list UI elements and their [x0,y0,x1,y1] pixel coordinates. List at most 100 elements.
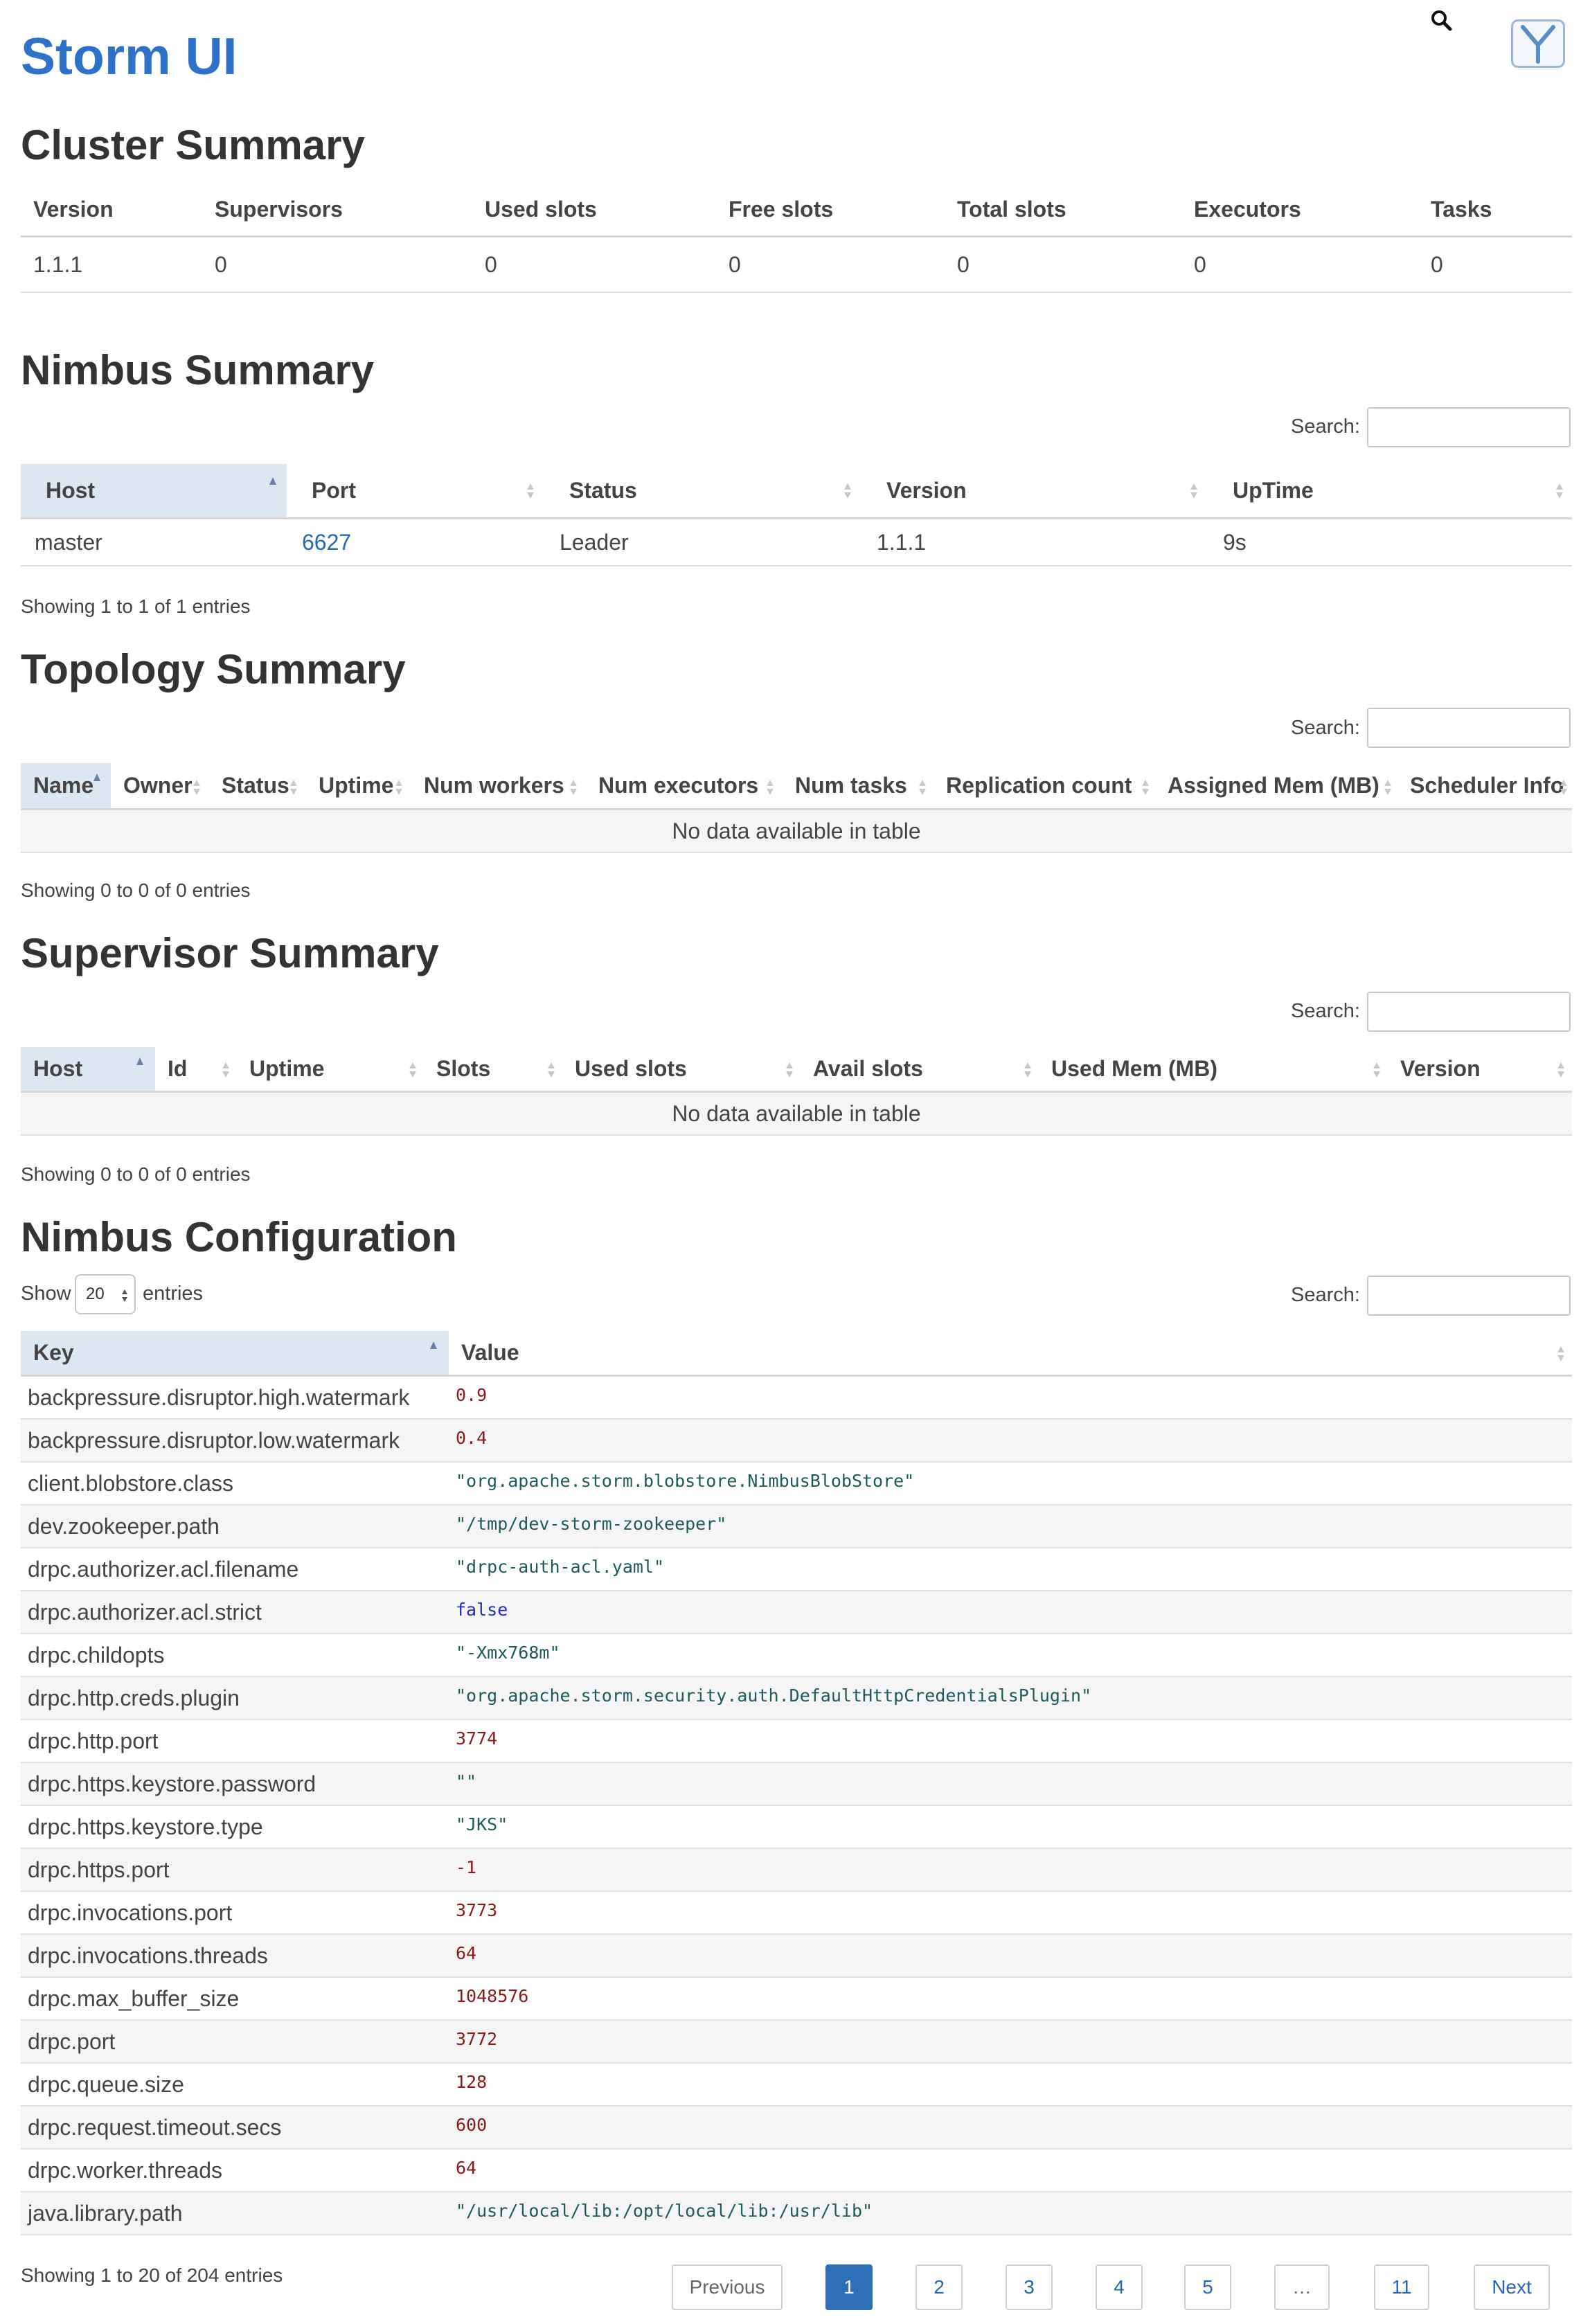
column-header-total-slots: Total slots [957,197,1066,222]
table-row: backpressure.disruptor.high.watermark 0.9 [21,1377,1572,1420]
app-title[interactable]: Storm UI [21,26,238,86]
column-header-port[interactable]: Port [287,464,544,517]
supervisor-search-label: Search: [1291,1000,1360,1022]
column-header-key[interactable]: Key [21,1331,449,1375]
column-header-used-mem[interactable]: Used Mem (MB) [1039,1047,1388,1091]
supervisor-summary-table: Host Id Uptime Slots Used slots Avail sl… [21,1047,1572,1136]
page-size-select[interactable]: 20 [75,1274,136,1314]
page-4-button[interactable]: 4 [1096,2264,1143,2310]
config-value: "JKS" [456,1814,508,1834]
column-header-name[interactable]: Name [21,763,111,808]
column-header-version: Version [33,197,114,222]
column-header-version[interactable]: Version [861,464,1208,517]
config-key: dev.zookeeper.path [28,1513,220,1539]
table-row: drpc.https.keystore.type "JKS" [21,1806,1572,1849]
topology-summary-title: Topology Summary [21,646,406,692]
sort-icon [1141,778,1150,796]
table-row: drpc.http.creds.plugin "org.apache.storm.… [21,1677,1572,1720]
sort-icon [1560,778,1568,796]
column-header-executors: Executors [1194,197,1301,222]
sort-icon [785,1061,794,1079]
column-header-label: Version [886,478,967,503]
config-value: "org.apache.storm.security.auth.DefaultH… [456,1686,1092,1706]
search-icon[interactable] [1429,8,1454,33]
column-header-host[interactable]: Host [21,1047,155,1091]
column-header-avail-slots[interactable]: Avail slots [801,1047,1039,1091]
column-header-id[interactable]: Id [155,1047,237,1091]
page-5-button[interactable]: 5 [1184,2264,1231,2310]
nimbus-configuration-title: Nimbus Configuration [21,1214,457,1260]
column-header-label: Name [33,773,94,798]
entries-label: entries [143,1282,204,1305]
column-header-label: Uptime [319,773,394,798]
cell-version: 1.1.1 [877,529,927,555]
config-value: 600 [456,2115,488,2135]
table-row: drpc.https.port -1 [21,1849,1572,1892]
table-row: drpc.max_buffer_size 1048576 [21,1978,1572,2021]
sort-asc-icon [269,476,277,494]
supervisor-summary-title: Supervisor Summary [21,930,439,976]
sort-icon [569,778,578,796]
column-header-value[interactable]: Value [449,1331,1572,1375]
config-key: drpc.request.timeout.secs [28,2114,282,2140]
column-header-owner[interactable]: Owner [111,763,209,808]
column-header-label: Owner [123,773,193,798]
next-page-button[interactable]: Next [1474,2264,1550,2310]
column-header-num-executors[interactable]: Num executors [586,763,783,808]
column-header-label: Assigned Mem (MB) [1168,773,1379,798]
column-header-scheduler-info[interactable]: Scheduler Info [1397,763,1572,808]
column-header-slots[interactable]: Slots [424,1047,562,1091]
config-search-input[interactable] [1367,1276,1571,1316]
column-header-uptime[interactable]: Uptime [237,1047,424,1091]
column-header-num-workers[interactable]: Num workers [411,763,586,808]
table-row: master 6627 Leader 1.1.1 9s [21,519,1572,566]
sort-icon [1555,482,1564,500]
column-header-uptime[interactable]: UpTime [1208,464,1572,517]
column-header-used-slots[interactable]: Used slots [562,1047,801,1091]
page-11-button[interactable]: 11 [1374,2264,1429,2310]
column-header-num-tasks[interactable]: Num tasks [783,763,934,808]
page-2-button[interactable]: 2 [915,2264,963,2310]
column-header-status[interactable]: Status [209,763,306,808]
table-header: Name Owner Status Uptime Num workers Num… [21,763,1572,810]
config-value: "/tmp/dev-storm-zookeeper" [456,1514,727,1534]
column-header-uptime[interactable]: Uptime [306,763,411,808]
column-header-replication-count[interactable]: Replication count [934,763,1155,808]
config-key: drpc.queue.size [28,2071,184,2097]
column-header-label: UpTime [1233,478,1314,503]
page-1-button[interactable]: 1 [825,2264,873,2310]
column-header-version[interactable]: Version [1388,1047,1572,1091]
config-key: drpc.https.keystore.type [28,1814,263,1839]
column-header-host[interactable]: Host [21,464,287,517]
column-header-label: Status [222,773,289,798]
column-header-assigned-mem[interactable]: Assigned Mem (MB) [1155,763,1397,808]
supervisor-search-input[interactable] [1367,992,1571,1032]
config-key: backpressure.disruptor.high.watermark [28,1384,410,1410]
config-value: 3773 [456,1900,498,1920]
table-row: drpc.https.keystore.password "" [21,1763,1572,1806]
column-header-status[interactable]: Status [544,464,861,517]
cell-version: 1.1.1 [33,251,83,277]
page-3-button[interactable]: 3 [1006,2264,1053,2310]
config-value: "org.apache.storm.blobstore.NimbusBlobSt… [456,1471,915,1491]
column-header-label: Replication count [946,773,1132,798]
table-row: drpc.http.port 3774 [21,1720,1572,1763]
config-key: drpc.http.port [28,1728,159,1753]
topology-search-label: Search: [1291,717,1360,739]
config-search-label: Search: [1291,1284,1360,1306]
nimbus-search-input[interactable] [1367,407,1571,447]
config-value: -1 [456,1857,477,1877]
sort-asc-icon [136,1057,144,1075]
topology-search-input[interactable] [1367,708,1571,748]
table-row: dev.zookeeper.path "/tmp/dev-storm-zookee… [21,1505,1572,1548]
config-key: client.blobstore.class [28,1470,234,1496]
port-link[interactable]: 6627 [302,519,351,565]
column-header-label: Port [312,478,356,503]
cell-host: master [35,529,102,555]
sort-icon [409,1061,417,1079]
previous-page-button[interactable]: Previous [672,2264,783,2310]
sort-icon [766,778,774,796]
yarn-logo-icon[interactable] [1511,19,1565,68]
config-key: drpc.worker.threads [28,2157,223,2183]
nimbus-table-info: Showing 1 to 1 of 1 entries [21,596,251,617]
